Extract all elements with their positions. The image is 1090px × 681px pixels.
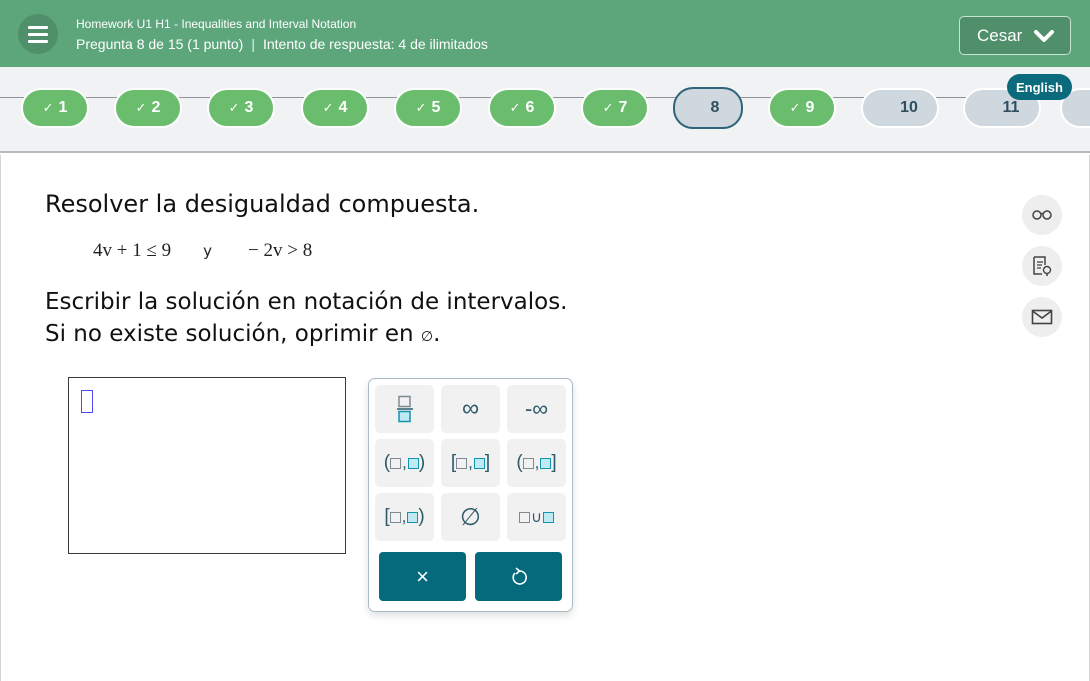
answer-input[interactable]: [68, 377, 346, 554]
question-number: 5: [431, 99, 441, 116]
empty-set-key[interactable]: ∅: [441, 493, 500, 541]
check-icon: ✓: [322, 100, 334, 115]
empty-set-symbol: ∅: [420, 329, 434, 345]
question-9-button[interactable]: ✓ 9: [768, 88, 836, 128]
question-7-button[interactable]: ✓ 7: [581, 88, 649, 128]
union-symbol: ∪: [531, 509, 542, 526]
compound-inequality: 4v + 1 ≤ 9 y − 2v > 8: [93, 240, 312, 262]
clear-button[interactable]: ×: [379, 552, 466, 601]
menu-button[interactable]: [18, 14, 58, 54]
fraction-icon: [396, 395, 413, 423]
message-button[interactable]: [1022, 297, 1062, 337]
question-number: 1: [58, 99, 68, 116]
right-bracket: ): [418, 452, 426, 473]
right-bracket: ]: [551, 452, 557, 473]
open-closed-interval-key[interactable]: (,]: [507, 439, 566, 487]
mail-icon: [1031, 309, 1053, 325]
view-example-button[interactable]: [1022, 195, 1062, 235]
box-icon: [407, 511, 419, 523]
question-number: 10: [900, 99, 918, 116]
math-keypad: ∞ -∞ (,) [,] (,] [,) ∅ ∪ ×: [368, 378, 573, 612]
question-6-button[interactable]: ✓ 6: [488, 88, 556, 128]
chevron-down-icon: [1034, 29, 1055, 42]
assignment-title: Homework U1 H1 - Inequalities and Interv…: [76, 17, 357, 31]
hint-document-icon: [1033, 256, 1052, 276]
comma: ,: [402, 453, 407, 472]
right-bracket: ]: [484, 452, 491, 473]
question-4-button[interactable]: ✓ 4: [301, 88, 369, 128]
question-1-button[interactable]: ✓ 1: [21, 88, 89, 128]
right-bracket: ): [418, 506, 425, 527]
check-icon: ✓: [42, 100, 54, 115]
box-icon: [456, 457, 468, 469]
check-icon: ✓: [135, 100, 147, 115]
conjunction: y: [203, 242, 213, 260]
question-content: Resolver la desigualdad compuesta. 4v + …: [0, 155, 1090, 681]
question-count: Pregunta 8 de 15 (1 punto): [76, 36, 244, 52]
question-number: 3: [244, 99, 254, 116]
attempt-info: Intento de respuesta: 4 de ilimitados: [262, 36, 488, 52]
instruction-line-1: Escribir la solución en notación de inte…: [45, 289, 568, 315]
undo-icon: [511, 566, 527, 585]
close-icon: ×: [416, 563, 429, 589]
open-open-interval-key[interactable]: (,): [375, 439, 434, 487]
negative-infinity-key[interactable]: -∞: [507, 385, 566, 433]
question-navigation: English ✓ 1 ✓ 2 ✓ 3 ✓ 4 ✓ 5 ✓ 6 ✓ 7 8 ✓ 9 10 11: [0, 67, 1090, 153]
box-icon: [473, 457, 485, 469]
union-key[interactable]: ∪: [507, 493, 566, 541]
hamburger-line: [28, 33, 48, 36]
closed-closed-interval-key[interactable]: [,]: [441, 439, 500, 487]
inequality-2: − 2v > 8: [248, 240, 313, 261]
period: .: [433, 321, 441, 347]
check-icon: ✓: [602, 100, 614, 115]
question-number: 7: [618, 99, 628, 116]
question-number: 2: [151, 99, 161, 116]
question-number: 8: [710, 99, 720, 116]
question-8-button[interactable]: 8: [673, 87, 743, 129]
input-placeholder-box: [81, 390, 93, 413]
question-title: Resolver la desigualdad compuesta.: [45, 190, 480, 218]
box-icon: [522, 457, 534, 469]
question-number: 6: [525, 99, 535, 116]
hamburger-menu-icon: [28, 26, 48, 29]
instructions: Escribir la solución en notación de inte…: [45, 286, 568, 353]
help-button[interactable]: [1022, 246, 1062, 286]
separator: |: [251, 36, 255, 52]
question-3-button[interactable]: ✓ 3: [207, 88, 275, 128]
comma: ,: [534, 453, 540, 472]
check-icon: ✓: [789, 100, 801, 115]
question-5-button[interactable]: ✓ 5: [394, 88, 462, 128]
question-2-button[interactable]: ✓ 2: [114, 88, 182, 128]
user-name: Cesar: [977, 25, 1023, 45]
infinity-key[interactable]: ∞: [441, 385, 500, 433]
question-info: Pregunta 8 de 15 (1 punto) | Intento de re…: [76, 36, 488, 52]
box-icon: [407, 457, 419, 469]
undo-button[interactable]: [475, 552, 562, 601]
language-toggle[interactable]: English: [1007, 74, 1072, 100]
hamburger-line: [28, 40, 48, 43]
closed-open-interval-key[interactable]: [,): [375, 493, 434, 541]
box-icon: [390, 457, 402, 469]
question-number: 9: [805, 99, 815, 116]
instruction-text: Si no existe solución, oprimir en: [45, 321, 414, 347]
app-header: Homework U1 H1 - Inequalities and Interv…: [0, 0, 1090, 67]
check-icon: ✓: [228, 100, 240, 115]
check-icon: ✓: [415, 100, 427, 115]
question-number: 4: [338, 99, 348, 116]
box-icon: [540, 457, 552, 469]
instruction-line-2: Si no existe solución, oprimir en ∅.: [45, 318, 568, 353]
comma: ,: [401, 507, 407, 526]
glasses-icon: [1032, 210, 1052, 220]
box-icon: [389, 511, 401, 523]
check-icon: ✓: [509, 100, 521, 115]
comma: ,: [468, 453, 473, 472]
inequality-1: 4v + 1 ≤ 9: [93, 240, 172, 261]
question-10-button[interactable]: 10: [861, 88, 939, 128]
user-menu-button[interactable]: Cesar: [959, 16, 1071, 55]
question-number: 11: [1002, 99, 1020, 116]
fraction-key[interactable]: [375, 385, 434, 433]
box-icon: [519, 511, 530, 523]
box-icon: [542, 511, 554, 523]
